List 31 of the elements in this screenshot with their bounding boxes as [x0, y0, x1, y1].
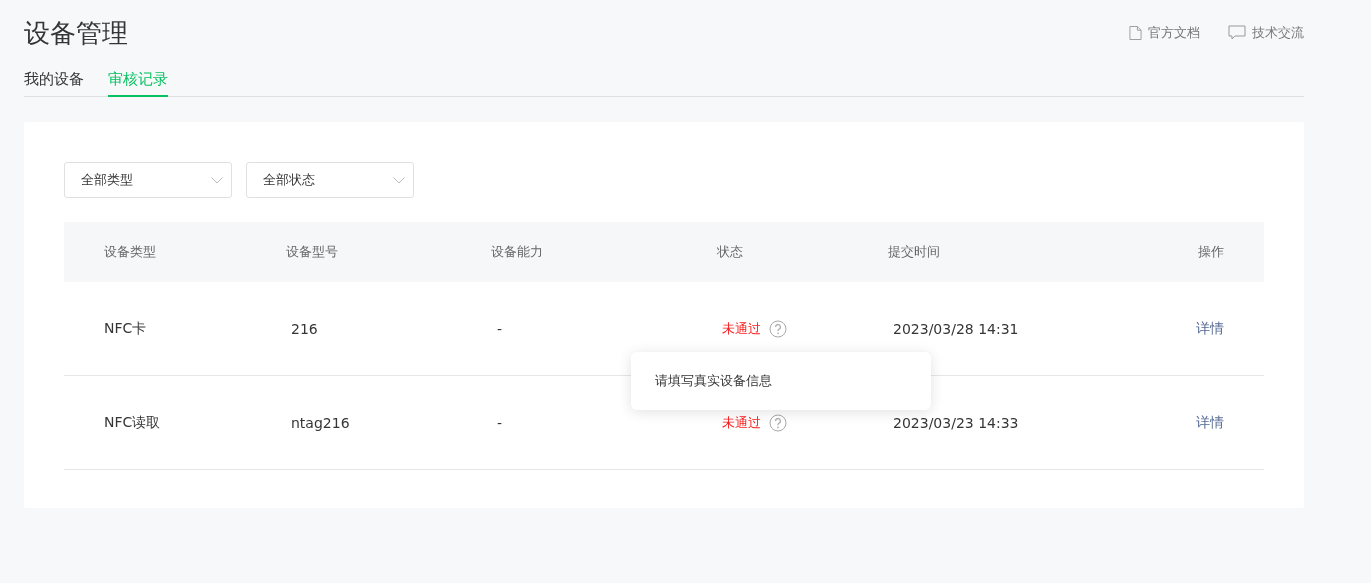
- column-header: 提交时间: [888, 244, 940, 259]
- header-link[interactable]: 技术交流: [1228, 24, 1304, 42]
- column-header: 设备能力: [491, 244, 543, 259]
- status-text: 未通过: [722, 319, 761, 338]
- filter-dropdown[interactable]: 全部状态: [246, 162, 414, 198]
- table-cell: ntag216: [291, 414, 350, 431]
- table-cell: 216: [291, 320, 318, 337]
- column-header: 操作: [1198, 244, 1224, 259]
- caret-icon: [211, 176, 223, 184]
- table-cell: 2023/03/28 14:31: [893, 320, 1019, 337]
- page-title: 设备管理: [24, 17, 128, 50]
- table-cell: -: [497, 414, 503, 431]
- table-cell: -: [497, 320, 503, 337]
- details-link[interactable]: 详情: [1196, 413, 1224, 430]
- table-cell: 2023/03/23 14:33: [893, 414, 1019, 431]
- help-icon[interactable]: [769, 319, 787, 338]
- chat-icon: [1228, 25, 1246, 41]
- column-header: 状态: [717, 244, 743, 259]
- column-header: 设备型号: [286, 244, 338, 259]
- filter-dropdown[interactable]: 全部类型: [64, 162, 232, 198]
- table-cell: NFC读取: [104, 413, 161, 430]
- column-header: 设备类型: [104, 244, 156, 259]
- details-link[interactable]: 详情: [1196, 319, 1224, 336]
- table-cell: NFC卡: [104, 319, 147, 336]
- caret-icon: [393, 176, 405, 184]
- tab[interactable]: 我的设备: [24, 70, 84, 97]
- status-text: 未通过: [722, 413, 761, 432]
- document-icon: [1129, 25, 1142, 41]
- tooltip-text: 请填写真实设备信息: [655, 371, 772, 390]
- header-link[interactable]: 官方文档: [1129, 24, 1200, 42]
- help-icon[interactable]: [769, 413, 787, 432]
